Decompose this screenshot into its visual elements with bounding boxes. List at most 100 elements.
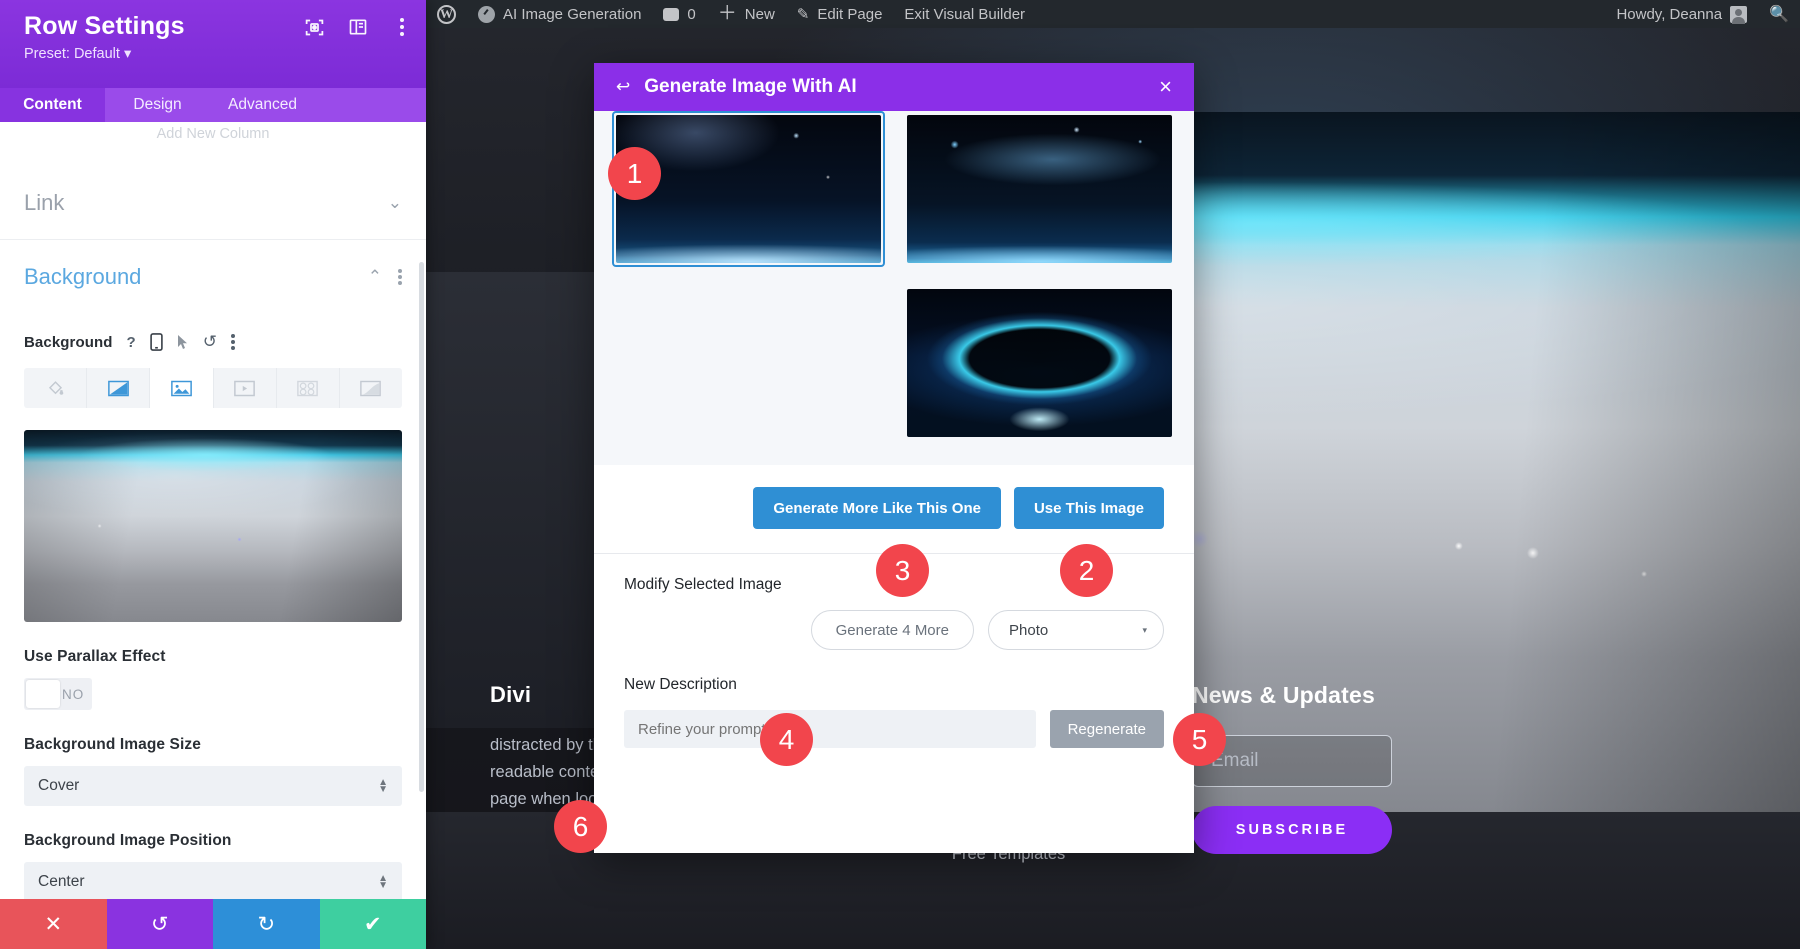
chevron-down-icon: ▾ [1142, 624, 1147, 635]
modal-body: Generate More Like This One Use This Ima… [594, 111, 1194, 853]
generated-images-grid [612, 111, 1176, 441]
generate-more-like-this-button[interactable]: Generate More Like This One [753, 487, 1001, 529]
section-background-label: Background [24, 264, 142, 289]
background-field-label: Background [24, 333, 113, 351]
prompt-input[interactable] [624, 710, 1036, 748]
add-new-column-label[interactable]: Add New Column [0, 126, 426, 142]
select-spinner-icon: ▲ ▼ [378, 873, 388, 891]
hover-cursor-icon[interactable] [177, 334, 189, 350]
back-arrow-icon[interactable]: ↩ [616, 77, 630, 97]
background-pattern-icon[interactable] [277, 368, 340, 408]
new-description-label: New Description [624, 676, 737, 693]
layout-columns-icon[interactable] [347, 16, 369, 38]
image-style-select[interactable]: Photo ▾ [988, 610, 1164, 650]
parallax-value: NO [62, 686, 85, 702]
background-image-icon[interactable] [150, 368, 214, 408]
tab-content[interactable]: Content [0, 88, 105, 122]
footer-column-news: News & Updates Email SUBSCRIBE [1192, 682, 1392, 872]
image-size-field: Background Image Size Cover ▲ ▼ [0, 710, 426, 806]
background-type-tabs [24, 368, 402, 408]
kebab-menu-icon[interactable] [230, 334, 235, 350]
background-color-icon[interactable] [24, 368, 88, 408]
generated-image-3[interactable] [612, 285, 885, 441]
panel-preset-selector[interactable]: Preset: Default ▾ [24, 46, 131, 62]
parallax-label: Use Parallax Effect [24, 648, 166, 665]
user-avatar [1730, 5, 1748, 24]
step-badge-2: 2 [1060, 544, 1113, 597]
generate-image-with-ai-modal: ↩ Generate Image With AI × Generate More… [594, 63, 1194, 853]
image-position-select[interactable]: Center ▲ ▼ [24, 862, 402, 902]
use-this-image-button[interactable]: Use This Image [1013, 487, 1164, 529]
reset-undo-icon[interactable]: ↺ [203, 332, 217, 352]
step-badge-6: 6 [554, 800, 607, 853]
adminbar-comments[interactable]: 0 [652, 0, 706, 28]
close-icon[interactable]: × [1159, 76, 1172, 98]
modify-controls-row: Generate 4 More Photo ▾ [624, 610, 1164, 650]
adminbar-new-label: New [744, 5, 775, 23]
panel-tabs: Content Design Advanced [0, 88, 426, 122]
footer-heading-news: News & Updates [1192, 682, 1376, 708]
background-field-header: Background ? ↺ [0, 314, 426, 362]
image-size-value: Cover [38, 777, 80, 794]
focus-target-icon[interactable] [303, 16, 325, 38]
background-image-preview[interactable] [24, 430, 402, 622]
panel-body: Add New Column Link ⌄ Background ⌃ Backg… [0, 122, 426, 949]
kebab-menu-icon[interactable] [391, 16, 413, 38]
new-description-section: New Description Regenerate [594, 650, 1194, 748]
adminbar-wp-logo[interactable]: W [426, 0, 467, 28]
adminbar-search[interactable]: 🔍 [1758, 0, 1800, 28]
panel-preset-label: Preset: Default [24, 46, 120, 62]
select-spinner-icon: ▲ ▼ [378, 777, 388, 795]
redo-button[interactable]: ↻ [213, 899, 320, 949]
save-button[interactable]: ✔ [319, 899, 426, 949]
undo-button[interactable]: ↺ [106, 899, 213, 949]
toggle-knob [26, 680, 60, 708]
generated-image-2[interactable] [903, 111, 1176, 267]
wordpress-logo-icon: W [437, 4, 456, 24]
generate-4-more-button[interactable]: Generate 4 More [810, 610, 974, 650]
page-title: Row Settings [24, 12, 185, 40]
help-icon[interactable]: ? [127, 334, 136, 351]
image-position-field: Background Image Position Center ▲ ▼ [0, 806, 426, 902]
panel-scrollbar[interactable] [419, 262, 424, 792]
step-badge-4: 4 [760, 713, 813, 766]
adminbar-new[interactable]: ＋ New [707, 0, 786, 28]
cancel-button[interactable]: ✕ [0, 899, 107, 949]
wordpress-admin-bar: W AI Image Generation 0 ＋ New ✎ Edit Pag… [426, 0, 1800, 28]
pencil-icon: ✎ [796, 6, 810, 23]
adminbar-edit-page[interactable]: ✎ Edit Page [786, 0, 894, 28]
modal-title: Generate Image With AI [644, 76, 857, 97]
adminbar-site-name[interactable]: AI Image Generation [467, 0, 652, 28]
chevron-up-icon: ⌃ [367, 267, 382, 286]
responsive-mobile-icon[interactable] [149, 333, 163, 351]
comment-bubble-icon [663, 7, 680, 21]
generated-images-panel [594, 111, 1194, 465]
background-gradient-icon[interactable] [87, 368, 151, 408]
adminbar-exit-visual-builder[interactable]: Exit Visual Builder [893, 0, 1036, 28]
tab-advanced[interactable]: Advanced [210, 88, 315, 122]
image-position-label: Background Image Position [24, 832, 232, 849]
generated-image-4[interactable] [903, 285, 1176, 441]
step-badge-5: 5 [1173, 713, 1226, 766]
background-mask-icon[interactable] [340, 368, 402, 408]
adminbar-comments-count: 0 [687, 5, 696, 23]
regenerate-button[interactable]: Regenerate [1049, 710, 1164, 748]
tab-design[interactable]: Design [105, 88, 210, 122]
parallax-toggle[interactable]: NO [24, 678, 92, 710]
parallax-field: Use Parallax Effect NO [0, 622, 426, 710]
panel-header: Row Settings Preset: Default ▾ [0, 0, 426, 88]
section-link[interactable]: Link ⌄ [0, 166, 426, 240]
image-size-select[interactable]: Cover ▲ ▼ [24, 766, 402, 806]
image-thumbnail [616, 289, 881, 437]
step-badge-1: 1 [608, 147, 661, 200]
search-icon: 🔍 [1769, 6, 1789, 23]
adminbar-site-name-label: AI Image Generation [503, 5, 642, 23]
adminbar-howdy-label: Howdy, Deanna [1616, 5, 1723, 23]
kebab-menu-icon[interactable] [398, 269, 402, 285]
background-video-icon[interactable] [214, 368, 277, 408]
section-link-label: Link [24, 189, 65, 215]
subscribe-button[interactable]: SUBSCRIBE [1192, 806, 1392, 854]
section-background[interactable]: Background ⌃ [0, 240, 426, 314]
adminbar-my-account[interactable]: Howdy, Deanna [1605, 0, 1758, 28]
image-style-value: Photo [1009, 621, 1049, 639]
